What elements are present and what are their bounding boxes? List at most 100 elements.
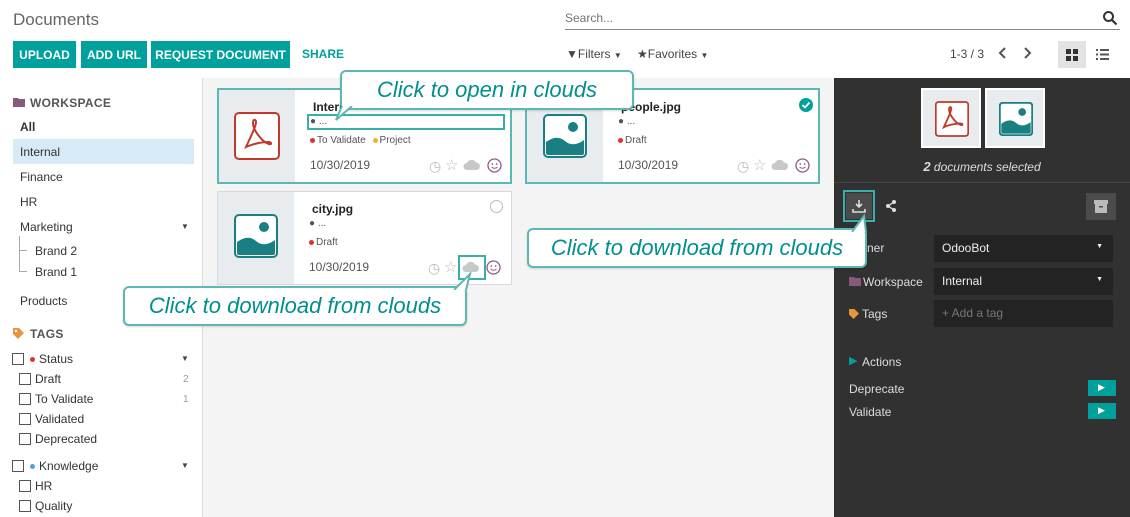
- divider: [834, 182, 1130, 183]
- preview-panel: 2 documents selected Owner OdooBot▼ Work…: [834, 78, 1130, 517]
- image-icon: [999, 102, 1033, 136]
- caret-down-icon[interactable]: ▼: [181, 354, 189, 363]
- tag-dot: [372, 137, 378, 143]
- star-icon: ★: [637, 47, 648, 61]
- status-label: Status: [39, 352, 74, 366]
- knowledge-dot: [30, 464, 35, 470]
- avatar-icon[interactable]: [487, 158, 502, 173]
- caret-down-icon[interactable]: ▼: [181, 222, 189, 231]
- tag-label: Draft: [316, 237, 338, 248]
- callout-pointer: [453, 272, 472, 290]
- search-bar[interactable]: [565, 8, 1120, 30]
- filters-dropdown[interactable]: ▼Filters ▼: [566, 47, 622, 61]
- kanban-view-button[interactable]: [1058, 41, 1086, 68]
- chevron-right-icon[interactable]: [1022, 45, 1034, 61]
- status-checkbox[interactable]: [12, 353, 24, 365]
- clock-icon[interactable]: ◷: [737, 158, 749, 175]
- actions-heading[interactable]: Actions: [862, 355, 901, 369]
- select-circle[interactable]: [490, 200, 503, 213]
- share-icon[interactable]: [884, 199, 898, 213]
- tag-validated-label: Validated: [35, 412, 85, 426]
- tag-dot: [309, 239, 314, 245]
- sidebar-item-hr[interactable]: HR: [20, 195, 37, 209]
- pdf-icon: [935, 101, 969, 137]
- sidebar-item-products[interactable]: Products: [20, 294, 67, 308]
- star-icon[interactable]: ☆: [753, 156, 766, 174]
- draft-checkbox[interactable]: [19, 373, 31, 385]
- caret-down-icon[interactable]: ▼: [181, 461, 189, 470]
- add-url-button[interactable]: ADD URL: [81, 41, 147, 68]
- caret-down-icon: ▼: [700, 51, 709, 60]
- tag-deprecated-label: Deprecated: [35, 432, 98, 446]
- chevron-left-icon[interactable]: [996, 45, 1008, 61]
- document-card[interactable]: city.jpg ● ... Draft 10/30/2019 ◷ ☆: [217, 191, 512, 285]
- sidebar-item-internal[interactable]: Internal: [13, 139, 194, 164]
- clock-icon[interactable]: ◷: [429, 158, 441, 175]
- tag-draft-label: Draft: [35, 372, 62, 386]
- run-validate-button[interactable]: ▶: [1088, 403, 1116, 419]
- document-tags: Draft: [309, 237, 338, 248]
- request-document-button[interactable]: REQUEST DOCUMENT: [151, 41, 290, 68]
- image-icon: [543, 114, 587, 158]
- tag-dot: [310, 137, 315, 143]
- callout-download-panel: Click to download from clouds: [527, 228, 867, 268]
- card-actions: ◷ ☆: [737, 156, 817, 175]
- sidebar-item-brand-2[interactable]: Brand 2: [35, 244, 77, 258]
- callout-pointer: [851, 214, 867, 232]
- validated-checkbox[interactable]: [19, 413, 31, 425]
- upload-button[interactable]: UPLOAD: [13, 41, 76, 68]
- tag-quality-label: Quality: [35, 499, 73, 513]
- grid-icon: [1066, 49, 1078, 61]
- filter-icon: ▼: [566, 47, 578, 61]
- selected-thumbnail[interactable]: [921, 88, 981, 148]
- pdf-icon: [234, 112, 280, 160]
- share-button[interactable]: SHARE: [302, 47, 344, 61]
- tags-heading: TAGS: [30, 327, 64, 341]
- folder-icon: [849, 277, 861, 286]
- to-validate-checkbox[interactable]: [19, 393, 31, 405]
- tag-icon: [13, 328, 24, 339]
- page-title: Documents: [13, 10, 99, 29]
- status-facet: Status: [30, 352, 73, 366]
- deprecated-checkbox[interactable]: [19, 433, 31, 445]
- hr-checkbox[interactable]: [19, 480, 31, 492]
- star-icon[interactable]: ☆: [445, 156, 458, 174]
- image-icon: [234, 214, 278, 258]
- cloud-icon[interactable]: [771, 159, 789, 171]
- search-icon[interactable]: [1102, 10, 1118, 26]
- sidebar-item-all[interactable]: All: [20, 120, 35, 134]
- sidebar-item-finance[interactable]: Finance: [20, 170, 63, 184]
- avatar-icon[interactable]: [486, 260, 501, 275]
- document-date: 10/30/2019: [618, 158, 679, 172]
- list-view-button[interactable]: [1088, 41, 1116, 68]
- selection-text: documents selected: [933, 160, 1041, 174]
- tag-count: 1: [183, 394, 189, 405]
- clock-icon[interactable]: ◷: [428, 260, 440, 277]
- document-tags: To Validate Project: [310, 135, 411, 146]
- workspace-select[interactable]: Internal ▼: [934, 268, 1113, 295]
- cloud-icon[interactable]: [463, 159, 481, 171]
- search-input[interactable]: [565, 8, 1085, 28]
- callout-pointer: [335, 106, 353, 121]
- knowledge-checkbox[interactable]: [12, 460, 24, 472]
- tag-label: Draft: [625, 135, 647, 146]
- checkmark-icon[interactable]: [799, 98, 813, 112]
- favorites-dropdown[interactable]: ★Favorites ▼: [637, 47, 708, 61]
- avatar-icon[interactable]: [795, 158, 810, 173]
- caret-down-icon: ▼: [1096, 276, 1103, 283]
- owner-select[interactable]: OdooBot ▼: [934, 235, 1113, 262]
- folder-icon: [13, 98, 25, 107]
- pager-value[interactable]: 1-3 / 3: [950, 47, 984, 61]
- workspace-label: Workspace: [863, 275, 923, 289]
- document-thumbnail[interactable]: [219, 90, 295, 182]
- selected-thumbnail[interactable]: [985, 88, 1045, 148]
- sidebar-item-brand-1[interactable]: Brand 1: [35, 265, 77, 279]
- tree-line: [19, 250, 27, 251]
- run-deprecate-button[interactable]: ▶: [1088, 380, 1116, 396]
- tags-input[interactable]: + Add a tag: [934, 300, 1113, 327]
- quality-checkbox[interactable]: [19, 500, 31, 512]
- document-thumbnail[interactable]: [218, 192, 294, 284]
- archive-button[interactable]: [1086, 193, 1116, 220]
- document-name[interactable]: city.jpg: [312, 202, 353, 216]
- sidebar-item-marketing[interactable]: Marketing: [20, 220, 73, 234]
